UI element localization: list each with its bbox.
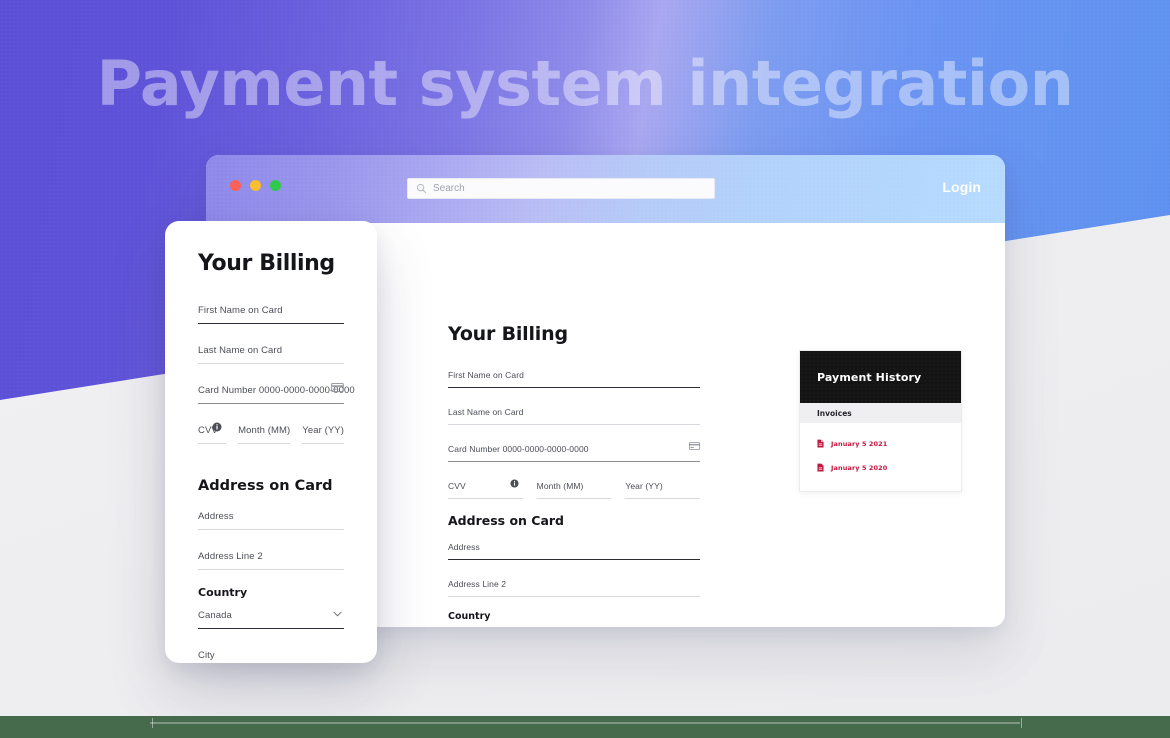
page-title: Payment system integration bbox=[96, 47, 1074, 120]
field-underline bbox=[198, 443, 227, 444]
field-underline bbox=[198, 322, 344, 324]
address-field-mobile[interactable]: Address bbox=[198, 506, 344, 530]
payment-history-header: Payment History bbox=[800, 351, 961, 403]
city-label: City bbox=[198, 650, 215, 661]
cvv-field-mobile[interactable]: CVV bbox=[198, 419, 227, 444]
country-label: Country bbox=[448, 611, 491, 622]
search-input[interactable]: Search bbox=[407, 178, 715, 199]
field-underline bbox=[448, 386, 700, 388]
last-name-label: Last Name on Card bbox=[448, 407, 524, 417]
billing-form-title-mobile: Your Billing bbox=[198, 251, 335, 276]
address-line-2-label: Address Line 2 bbox=[198, 551, 263, 562]
credit-card-icon bbox=[689, 437, 700, 455]
billing-form-title: Your Billing bbox=[448, 323, 568, 345]
month-label: Month (MM) bbox=[238, 425, 291, 436]
city-field-mobile[interactable]: City bbox=[198, 645, 344, 663]
field-underline bbox=[198, 402, 344, 404]
field-underline bbox=[238, 443, 291, 444]
country-select-mobile[interactable]: Canada bbox=[198, 605, 344, 629]
list-item[interactable]: January 5 2021 bbox=[800, 432, 961, 456]
last-name-field-mobile[interactable]: Last Name on Card bbox=[198, 340, 344, 364]
field-underline bbox=[448, 424, 700, 425]
card-number-field[interactable]: Card Number 0000-0000-0000-0000 bbox=[448, 439, 700, 462]
payment-history-panel: Payment History Invoices January 5 2021 … bbox=[799, 350, 962, 492]
country-label-mobile: Country bbox=[198, 586, 248, 599]
address-section-title: Address on Card bbox=[448, 513, 565, 528]
address-label: Address bbox=[448, 542, 480, 552]
info-icon[interactable] bbox=[510, 475, 519, 493]
field-underline bbox=[536, 498, 612, 499]
field-underline bbox=[448, 460, 700, 462]
credit-card-icon bbox=[331, 379, 344, 397]
field-underline bbox=[302, 443, 344, 444]
year-field-mobile[interactable]: Year (YY) bbox=[302, 420, 344, 444]
browser-titlebar: Search Login bbox=[206, 155, 1005, 223]
field-underline bbox=[625, 498, 701, 499]
month-field[interactable]: Month (MM) bbox=[536, 476, 612, 499]
search-placeholder: Search bbox=[433, 183, 465, 194]
field-underline bbox=[198, 529, 344, 530]
info-icon[interactable] bbox=[212, 419, 222, 437]
card-number-label: Card Number 0000-0000-0000-0000 bbox=[448, 444, 589, 454]
chevron-down-icon bbox=[690, 625, 698, 627]
card-detail-row: CVV Month (MM) Year (YY) bbox=[448, 476, 701, 499]
year-field[interactable]: Year (YY) bbox=[625, 476, 701, 499]
cvv-label: CVV bbox=[448, 481, 466, 491]
first-name-label: First Name on Card bbox=[448, 370, 524, 380]
month-field-mobile[interactable]: Month (MM) bbox=[238, 420, 291, 444]
close-icon[interactable] bbox=[230, 180, 241, 191]
invoice-date: January 5 2021 bbox=[831, 440, 888, 448]
bottom-scrollbar-track[interactable] bbox=[150, 722, 1020, 724]
maximize-icon[interactable] bbox=[270, 180, 281, 191]
last-name-label: Last Name on Card bbox=[198, 345, 283, 356]
invoices-subheader: Invoices bbox=[800, 403, 961, 423]
billing-form-desktop: Your Billing First Name on Card Last Nam… bbox=[448, 323, 701, 627]
year-label: Year (YY) bbox=[625, 481, 663, 491]
card-detail-row-mobile: CVV Month (MM) Year (YY) bbox=[198, 420, 344, 460]
month-label: Month (MM) bbox=[536, 481, 584, 491]
invoice-list: January 5 2021 January 5 2020 bbox=[800, 423, 961, 491]
login-button[interactable]: Login bbox=[942, 179, 981, 195]
field-underline bbox=[448, 596, 700, 597]
first-name-field[interactable]: First Name on Card bbox=[448, 365, 700, 388]
year-label: Year (YY) bbox=[302, 425, 344, 436]
address-line-2-field-mobile[interactable]: Address Line 2 bbox=[198, 546, 344, 570]
field-underline bbox=[198, 627, 344, 629]
chevron-down-icon bbox=[333, 604, 342, 622]
bottom-scrollbar-right-tick bbox=[1021, 718, 1022, 728]
address-line-2-field[interactable]: Address Line 2 bbox=[448, 574, 700, 597]
field-underline bbox=[448, 498, 523, 499]
invoice-date: January 5 2020 bbox=[831, 464, 888, 472]
billing-form-mobile-card: Your Billing First Name on Card Last Nam… bbox=[165, 221, 377, 663]
traffic-lights bbox=[230, 180, 281, 191]
card-number-field-mobile[interactable]: Card Number 0000-0000-0000-0000 bbox=[198, 379, 355, 404]
address-label: Address bbox=[198, 511, 234, 522]
address-field[interactable]: Address bbox=[448, 537, 700, 560]
cvv-field[interactable]: CVV bbox=[448, 476, 523, 499]
field-underline bbox=[198, 363, 344, 364]
list-item[interactable]: January 5 2020 bbox=[800, 456, 961, 480]
bottom-bar bbox=[0, 716, 1170, 738]
address-section-title-mobile: Address on Card bbox=[198, 478, 333, 494]
first-name-field-mobile[interactable]: First Name on Card bbox=[198, 300, 344, 324]
country-value: Canada bbox=[198, 610, 232, 621]
search-icon bbox=[416, 183, 427, 194]
screenshot-stage: Payment system integration Search Login bbox=[0, 0, 1170, 738]
payment-history-title: Payment History bbox=[817, 370, 922, 384]
pdf-file-icon bbox=[817, 435, 824, 453]
address-line-2-label: Address Line 2 bbox=[448, 579, 507, 589]
pdf-file-icon bbox=[817, 459, 824, 477]
bottom-scrollbar-left-tick bbox=[152, 718, 153, 728]
first-name-label: First Name on Card bbox=[198, 305, 283, 316]
field-underline bbox=[448, 558, 700, 560]
field-underline bbox=[198, 569, 344, 570]
last-name-field[interactable]: Last Name on Card bbox=[448, 402, 700, 425]
minimize-icon[interactable] bbox=[250, 180, 261, 191]
